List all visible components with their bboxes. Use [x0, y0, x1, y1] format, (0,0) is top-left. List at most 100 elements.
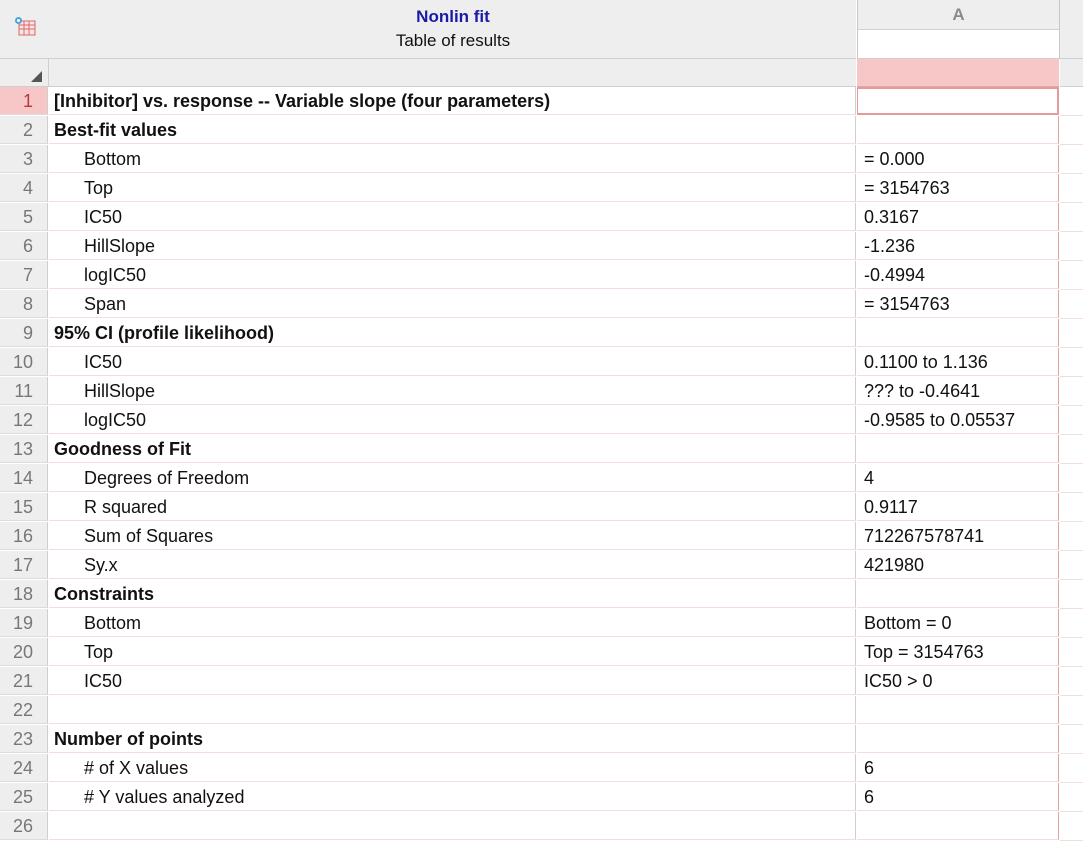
- row-title-header: [49, 59, 856, 87]
- section-heading-cell[interactable]: Number of points: [49, 725, 856, 753]
- value-cell[interactable]: IC50 > 0: [857, 667, 1059, 695]
- row-label-cell[interactable]: logIC50: [49, 406, 856, 434]
- value-cell[interactable]: 0.1100 to 1.136: [857, 348, 1059, 376]
- column-a-title-cell[interactable]: [857, 30, 1060, 59]
- section-heading-cell[interactable]: Constraints: [49, 580, 856, 608]
- value-cell[interactable]: 4: [857, 464, 1059, 492]
- value-cell[interactable]: = 3154763: [857, 290, 1059, 318]
- results-table-icon[interactable]: [14, 16, 36, 36]
- row-label-cell[interactable]: Span: [49, 290, 856, 318]
- row-filler-cell: [1060, 783, 1083, 812]
- row-number[interactable]: 18: [0, 580, 48, 608]
- section-heading-cell[interactable]: Goodness of Fit: [49, 435, 856, 463]
- row-label-cell[interactable]: [49, 696, 856, 724]
- row-number[interactable]: 16: [0, 522, 48, 550]
- value-cell[interactable]: Top = 3154763: [857, 638, 1059, 666]
- value-cell[interactable]: 712267578741: [857, 522, 1059, 550]
- value-cell[interactable]: [857, 812, 1059, 840]
- row-number[interactable]: 17: [0, 551, 48, 579]
- value-cell[interactable]: -1.236: [857, 232, 1059, 260]
- row-number[interactable]: 20: [0, 638, 48, 666]
- column-a-subheader[interactable]: [857, 59, 1059, 87]
- row-label-cell[interactable]: # Y values analyzed: [49, 783, 856, 811]
- row-label-cell[interactable]: Sum of Squares: [49, 522, 856, 550]
- row-number[interactable]: 12: [0, 406, 48, 434]
- row-number[interactable]: 13: [0, 435, 48, 463]
- row-label-cell[interactable]: Bottom: [49, 145, 856, 173]
- row-number-label: 9: [22, 323, 33, 343]
- row-number-label: 23: [12, 729, 33, 749]
- row-number[interactable]: 14: [0, 464, 48, 492]
- row-number[interactable]: 1: [0, 87, 48, 115]
- value-cell[interactable]: [857, 87, 1059, 115]
- row-number-label: 15: [12, 497, 33, 517]
- table-row: 26: [0, 812, 1083, 841]
- table-row: 15 R squared 0.9117: [0, 493, 1083, 522]
- row-number[interactable]: 11: [0, 377, 48, 405]
- row-number[interactable]: 21: [0, 667, 48, 695]
- column-header-a[interactable]: A: [857, 0, 1060, 30]
- value-cell[interactable]: [857, 435, 1059, 463]
- row-filler-cell: [1060, 116, 1083, 145]
- row-number-label: 11: [14, 381, 33, 401]
- row-number[interactable]: 8: [0, 290, 48, 318]
- value-cell[interactable]: 421980: [857, 551, 1059, 579]
- value-cell[interactable]: [857, 580, 1059, 608]
- row-number[interactable]: 3: [0, 145, 48, 173]
- value-cell[interactable]: -0.9585 to 0.05537: [857, 406, 1059, 434]
- value-cell[interactable]: 6: [857, 783, 1059, 811]
- row-number[interactable]: 4: [0, 174, 48, 202]
- row-number[interactable]: 10: [0, 348, 48, 376]
- value-cell[interactable]: ??? to -0.4641: [857, 377, 1059, 405]
- row-filler-cell: [1060, 522, 1083, 551]
- row-label-cell[interactable]: logIC50: [49, 261, 856, 289]
- row-number[interactable]: 22: [0, 696, 48, 724]
- value-cell[interactable]: -0.4994: [857, 261, 1059, 289]
- row-label-cell[interactable]: IC50: [49, 203, 856, 231]
- value-cell[interactable]: [857, 116, 1059, 144]
- row-number-label: 1: [22, 91, 33, 111]
- value-cell[interactable]: 0.9117: [857, 493, 1059, 521]
- value-cell[interactable]: 6: [857, 754, 1059, 782]
- row-number[interactable]: 24: [0, 754, 48, 782]
- row-number[interactable]: 5: [0, 203, 48, 231]
- row-label-cell[interactable]: Top: [49, 174, 856, 202]
- sheet-header: Nonlin fit Table of results A: [0, 0, 1083, 59]
- corner-triangle-icon: [31, 71, 42, 82]
- value-cell[interactable]: 0.3167: [857, 203, 1059, 231]
- row-number[interactable]: 23: [0, 725, 48, 753]
- row-label-cell[interactable]: Top: [49, 638, 856, 666]
- row-label-cell[interactable]: Degrees of Freedom: [49, 464, 856, 492]
- row-number[interactable]: 19: [0, 609, 48, 637]
- row-number-label: 22: [12, 700, 33, 720]
- section-heading-cell[interactable]: Best-fit values: [49, 116, 856, 144]
- row-label-cell[interactable]: # of X values: [49, 754, 856, 782]
- section-heading-cell[interactable]: [Inhibitor] vs. response -- Variable slo…: [49, 87, 856, 115]
- value-cell[interactable]: Bottom = 0: [857, 609, 1059, 637]
- select-all-corner[interactable]: [0, 59, 49, 87]
- row-label-cell[interactable]: Bottom: [49, 609, 856, 637]
- row-number[interactable]: 25: [0, 783, 48, 811]
- row-number[interactable]: 26: [0, 812, 48, 840]
- row-number[interactable]: 9: [0, 319, 48, 347]
- section-heading-cell[interactable]: 95% CI (profile likelihood): [49, 319, 856, 347]
- row-filler-cell: [1060, 551, 1083, 580]
- row-number-label: 24: [12, 758, 33, 778]
- value-cell[interactable]: [857, 725, 1059, 753]
- row-number[interactable]: 15: [0, 493, 48, 521]
- value-cell[interactable]: = 0.000: [857, 145, 1059, 173]
- row-filler-cell: [1060, 667, 1083, 696]
- value-cell[interactable]: [857, 696, 1059, 724]
- row-label-cell[interactable]: HillSlope: [49, 232, 856, 260]
- row-number[interactable]: 6: [0, 232, 48, 260]
- row-number[interactable]: 7: [0, 261, 48, 289]
- value-cell[interactable]: = 3154763: [857, 174, 1059, 202]
- row-label-cell[interactable]: IC50: [49, 667, 856, 695]
- row-number[interactable]: 2: [0, 116, 48, 144]
- row-label-cell[interactable]: Sy.x: [49, 551, 856, 579]
- row-label-cell[interactable]: HillSlope: [49, 377, 856, 405]
- value-cell[interactable]: [857, 319, 1059, 347]
- row-label-cell[interactable]: IC50: [49, 348, 856, 376]
- row-label-cell[interactable]: [49, 812, 856, 840]
- row-label-cell[interactable]: R squared: [49, 493, 856, 521]
